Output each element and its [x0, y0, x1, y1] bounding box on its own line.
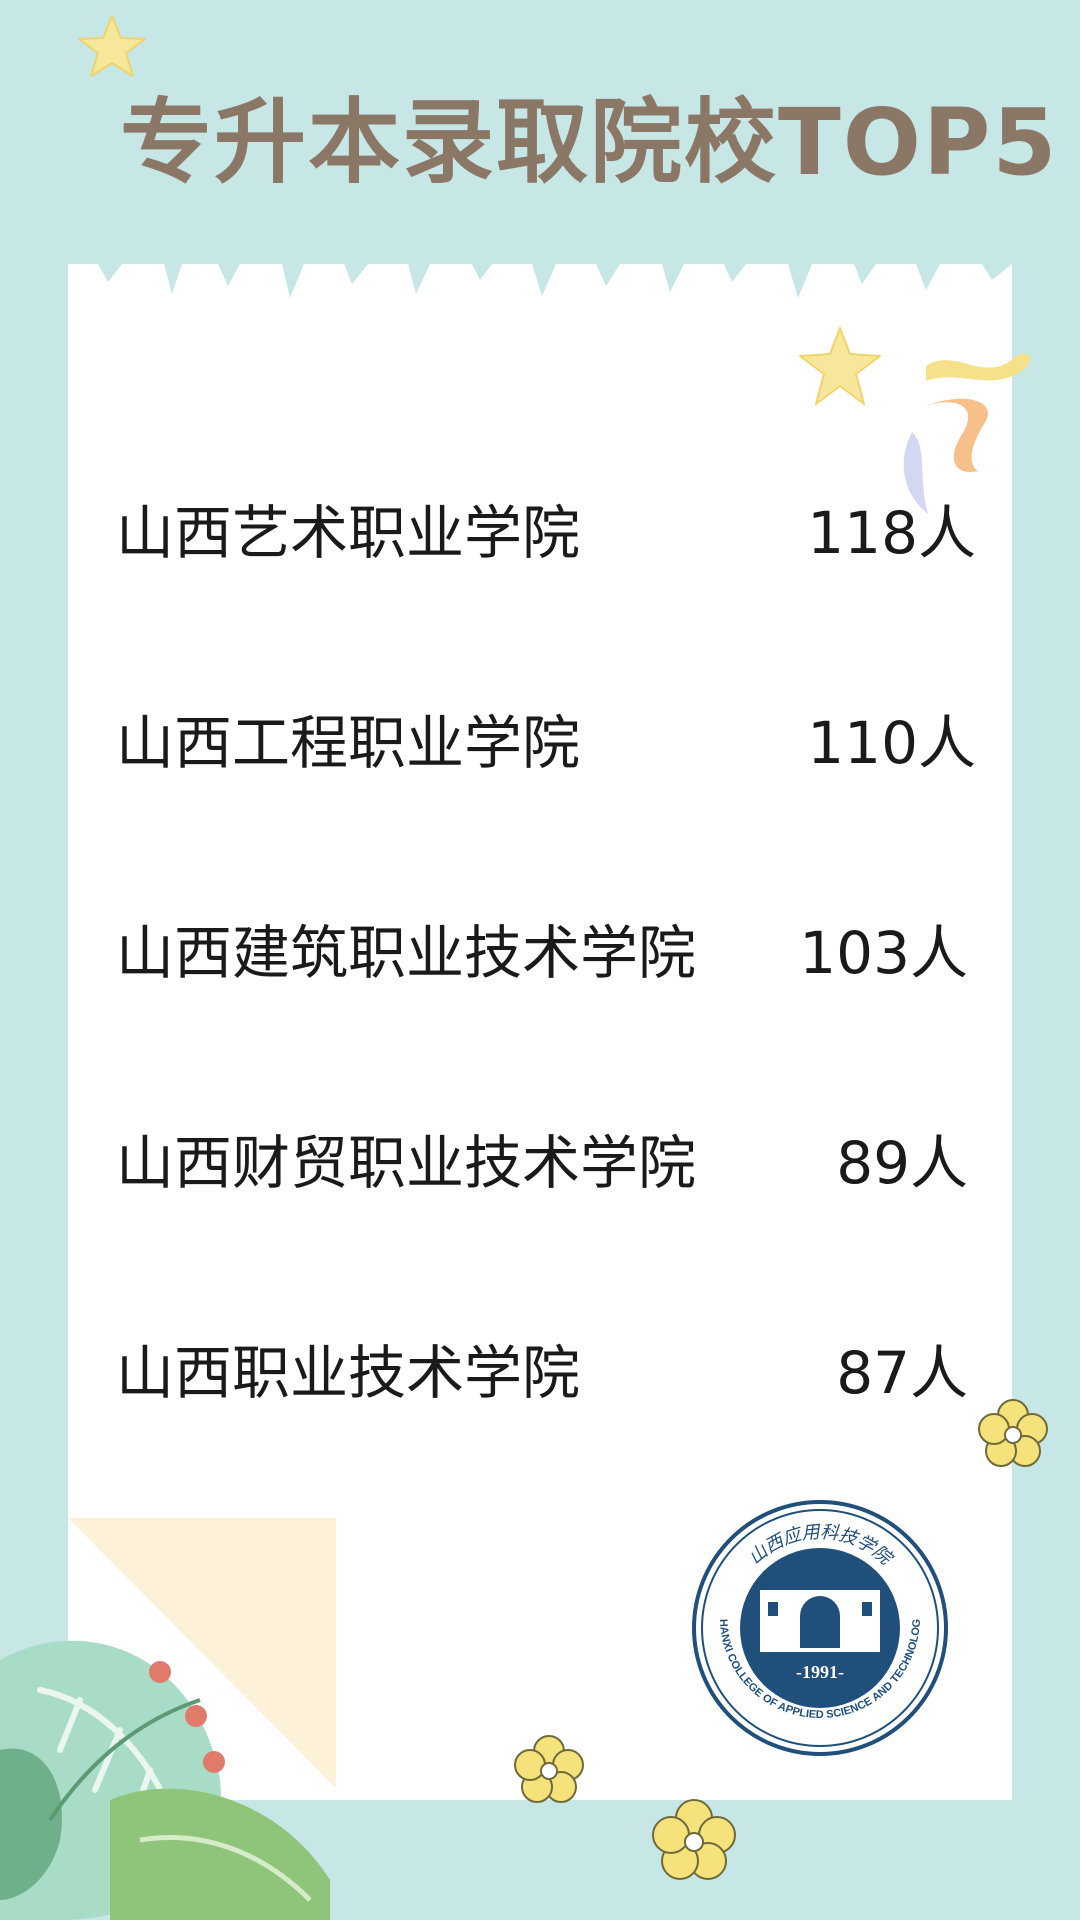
ranking-list: 山西艺术职业学院 118人 山西工程职业学院 110人 山西建筑职业技术学院 1… [68, 264, 1012, 1464]
list-item: 山西艺术职业学院 118人 [68, 483, 1012, 583]
school-name: 山西职业技术学院 [116, 1339, 581, 1407]
school-name: 山西艺术职业学院 [116, 499, 581, 567]
list-item: 山西工程职业学院 110人 [68, 693, 1012, 793]
school-name: 山西财贸职业技术学院 [116, 1129, 697, 1197]
ribbon-decoration [903, 432, 928, 514]
flower-icon [652, 1799, 736, 1880]
list-item: 山西建筑职业技术学院 103人 [68, 903, 1012, 1003]
star-icon [799, 327, 881, 405]
seal-year: -1991- [796, 1662, 844, 1682]
list-item: 山西职业技术学院 87人 [68, 1323, 1012, 1423]
admission-count: 87人 [836, 1339, 968, 1407]
admission-count: 89人 [836, 1129, 968, 1197]
school-name: 山西工程职业学院 [116, 709, 581, 777]
flower-icon [514, 1735, 584, 1803]
school-seal-logo: 山西应用科技学院 SHANXI COLLEGE OF APPLIED SCIEN… [686, 1489, 950, 1758]
flower-icon [978, 1399, 1048, 1467]
admission-count: 110人 [807, 709, 976, 777]
admission-count: 103人 [799, 919, 968, 987]
list-item: 山西财贸职业技术学院 89人 [68, 1113, 1012, 1213]
school-name: 山西建筑职业技术学院 [116, 919, 697, 987]
page-title: 专升本录取院校TOP5 [120, 89, 1059, 196]
leaf-decoration [0, 1640, 330, 1920]
star-icon [78, 15, 146, 77]
